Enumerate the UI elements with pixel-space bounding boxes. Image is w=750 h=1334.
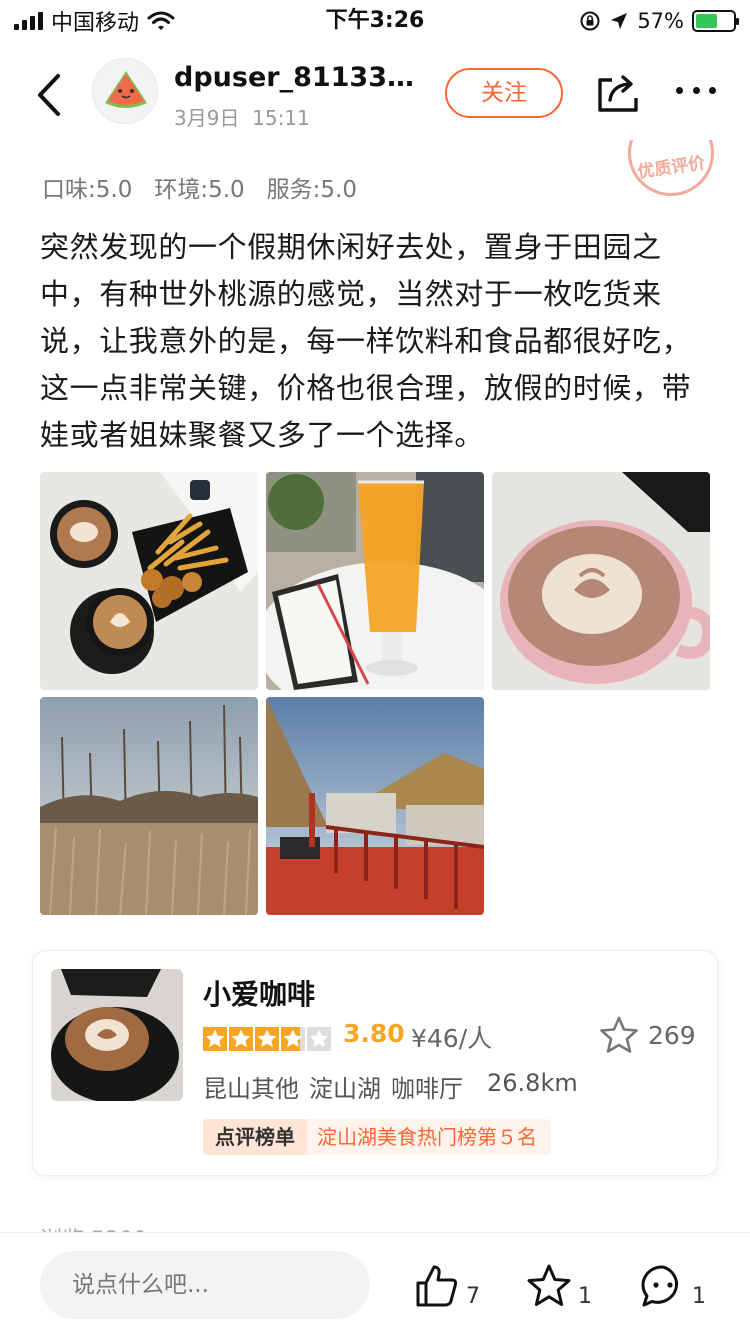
- shop-distance: 26.8km: [487, 1069, 578, 1097]
- avatar[interactable]: [92, 58, 158, 124]
- shop-star-rating: [203, 1027, 331, 1051]
- shop-thumbnail[interactable]: [51, 969, 183, 1101]
- status-right: 57%: [579, 6, 739, 36]
- shop-star-4: [281, 1027, 305, 1051]
- shop-name[interactable]: 小爱咖啡: [203, 973, 315, 1013]
- favorite-count: 1: [578, 1284, 592, 1309]
- comment-count: 1: [692, 1284, 706, 1309]
- review-detail-screen: 中国移动 下午3:26 57% dpuser_811331... 3月9日 15…: [0, 0, 750, 1334]
- favorite-button[interactable]: 1: [526, 1259, 592, 1309]
- follow-button[interactable]: 关注: [445, 68, 563, 118]
- review-photo-coffee-fries[interactable]: [40, 472, 258, 690]
- rank-banner[interactable]: 点评榜单 淀山湖美食热门榜第５名: [203, 1119, 551, 1155]
- status-bar: 中国移动 下午3:26 57%: [0, 0, 750, 40]
- shop-star-3: [255, 1027, 279, 1051]
- shop-star-1: [203, 1027, 227, 1051]
- review-photo-latte[interactable]: [492, 472, 710, 690]
- orientation-lock-icon: [580, 11, 600, 31]
- service-rating: 服务:5.0: [266, 177, 357, 203]
- environment-rating: 环境:5.0: [154, 177, 245, 203]
- star-icon: [527, 1264, 571, 1306]
- rank-text: 淀山湖美食热门榜第５名: [317, 1125, 537, 1149]
- thumbs-up-icon: [416, 1265, 458, 1307]
- review-photo-orange-juice[interactable]: [266, 472, 484, 690]
- comment-icon: [641, 1265, 679, 1307]
- shop-price: ¥46/人: [411, 1024, 493, 1053]
- star-outline-icon[interactable]: [599, 1015, 639, 1055]
- shop-card[interactable]: 小爱咖啡 3.80 ¥46/人 269 昆山其他 淀山湖 咖啡厅 26.8km …: [32, 950, 718, 1176]
- review-body: 突然发现的一个假期休闲好去处，置身于田园之中，有种世外桃源的感觉，当然对于一枚吃…: [40, 230, 692, 452]
- location-arrow-icon: [611, 13, 628, 29]
- sub-ratings: 口味:5.0 环境:5.0 服务:5.0: [42, 170, 357, 204]
- post-date: 3月9日: [174, 106, 240, 130]
- back-icon[interactable]: [30, 72, 70, 118]
- stamp-text: 优质评价: [636, 153, 707, 183]
- quality-review-stamp: 优质评价: [628, 140, 714, 196]
- taste-rating: 口味:5.0: [42, 177, 133, 203]
- shop-tags: 昆山其他 淀山湖 咖啡厅 26.8km: [203, 1069, 578, 1104]
- shop-tag-category: 咖啡厅: [391, 1075, 463, 1103]
- review-header: dpuser_811331... 3月9日 15:11 关注: [0, 52, 750, 136]
- review-photo-reeds[interactable]: [40, 697, 258, 915]
- like-button[interactable]: 7: [414, 1259, 480, 1309]
- rank-label: 点评榜单: [203, 1119, 307, 1155]
- comment-input[interactable]: [40, 1251, 370, 1319]
- shop-tag-area: 昆山其他: [203, 1075, 299, 1103]
- shop-tag-location: 淀山湖: [309, 1075, 381, 1103]
- review-photo-terrace[interactable]: [266, 697, 484, 915]
- shop-star-5: [307, 1027, 331, 1051]
- post-timestamp: 3月9日 15:11: [174, 102, 310, 131]
- watermelon-avatar-icon: [105, 71, 147, 108]
- shop-star-2: [229, 1027, 253, 1051]
- comment-button[interactable]: 1: [640, 1259, 706, 1309]
- username[interactable]: dpuser_811331...: [174, 62, 424, 93]
- post-clock-time: 15:11: [252, 106, 310, 130]
- bottom-action-bar: 7 1 1: [0, 1232, 750, 1334]
- like-count: 7: [466, 1284, 480, 1309]
- battery-icon: [692, 10, 739, 32]
- shop-favorite-count: 269: [648, 1021, 696, 1050]
- more-icon[interactable]: [676, 80, 716, 100]
- battery-percent: 57%: [637, 9, 684, 33]
- share-icon[interactable]: [596, 70, 640, 114]
- battery-fill: [696, 14, 717, 28]
- shop-score: 3.80: [343, 1019, 405, 1048]
